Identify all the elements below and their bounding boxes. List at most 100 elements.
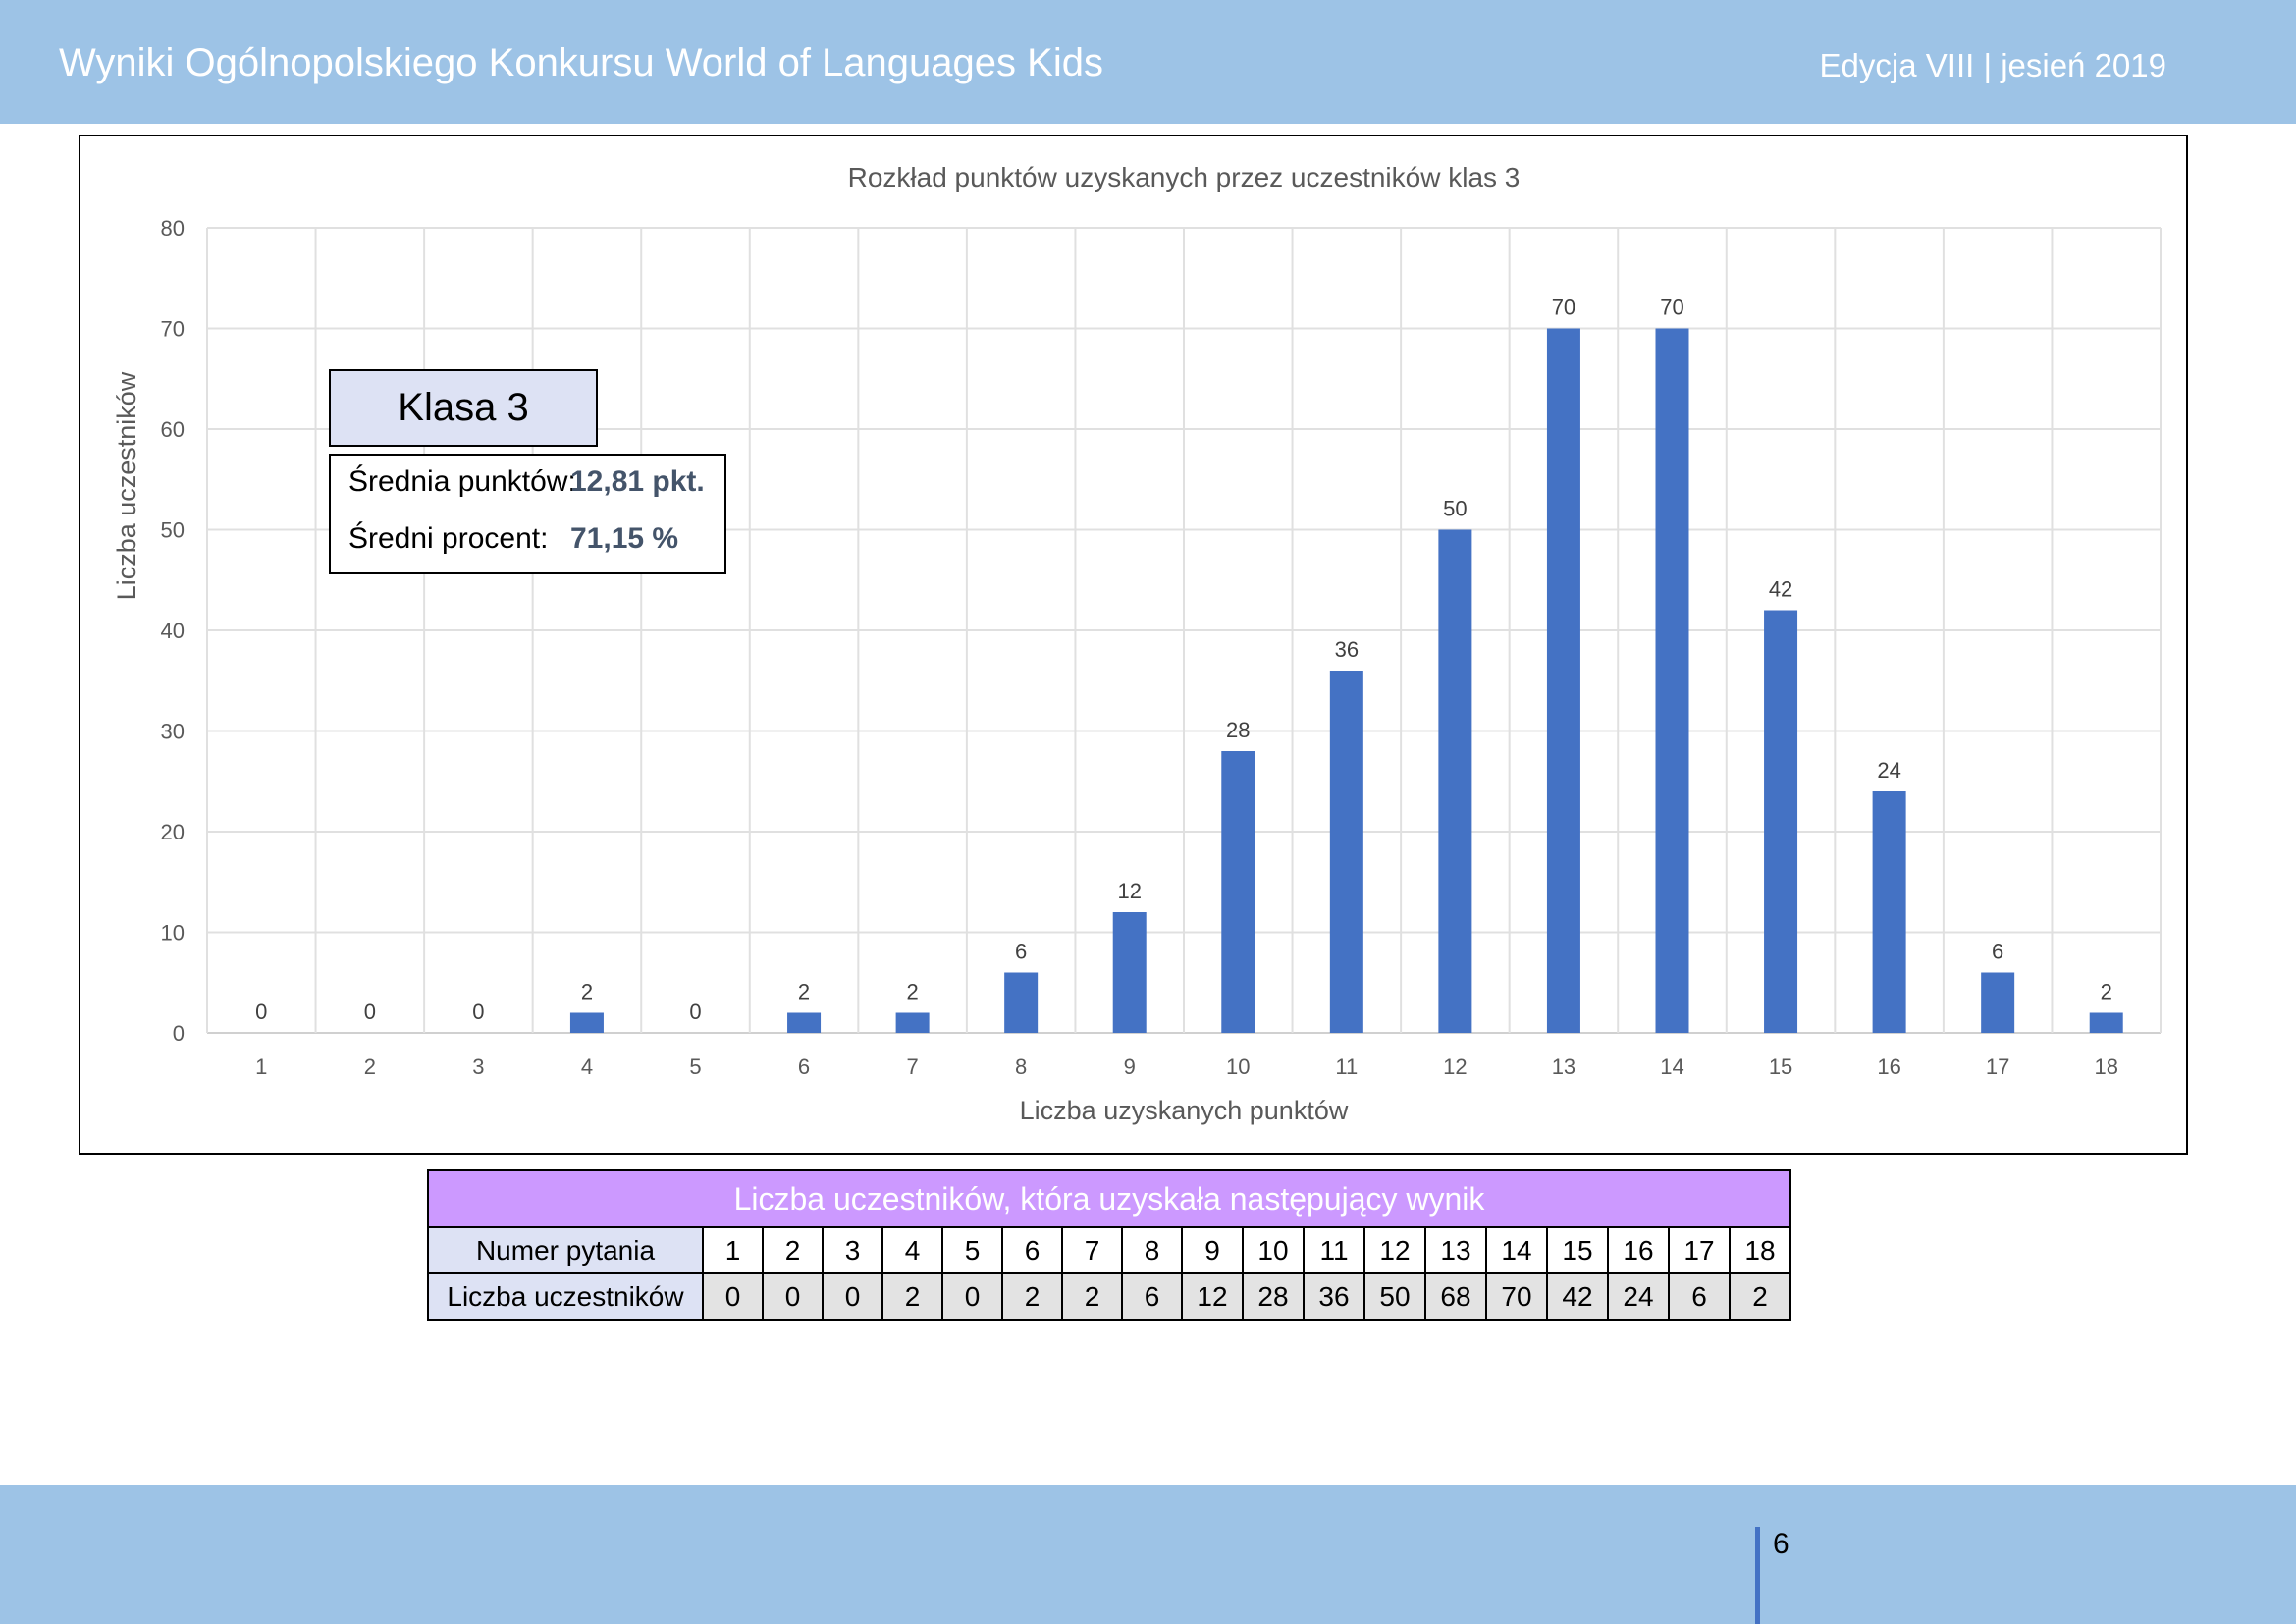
participant-count-cell: 0 [762, 1272, 824, 1321]
edition-label: Edycja VIII | jesień 2019 [1819, 47, 2166, 83]
data-label: 0 [689, 1000, 701, 1024]
data-label: 2 [798, 980, 810, 1004]
bar [1004, 972, 1039, 1033]
data-label: 2 [581, 980, 593, 1004]
bar [1329, 671, 1363, 1033]
x-tick-label: 18 [2094, 1055, 2117, 1079]
data-label: 2 [2101, 980, 2112, 1004]
avg-points-label: Średnia punktów: [348, 465, 576, 498]
participant-count-cell: 2 [881, 1272, 943, 1321]
page-number: 6 [1773, 1528, 1789, 1560]
x-tick-label: 11 [1335, 1055, 1358, 1079]
data-label: 0 [364, 1000, 376, 1024]
question-number-cell: 17 [1668, 1226, 1731, 1274]
data-label: 42 [1769, 577, 1792, 602]
x-tick-label: 7 [906, 1055, 918, 1079]
data-label: 6 [1992, 940, 2003, 964]
x-tick-label: 1 [255, 1055, 267, 1079]
class-label: Klasa 3 [398, 386, 529, 429]
y-tick-label: 0 [173, 1021, 185, 1046]
question-number-cell: 11 [1303, 1226, 1365, 1274]
participant-count-cell: 0 [941, 1272, 1003, 1321]
question-number-cell: 18 [1729, 1226, 1791, 1274]
x-tick-label: 9 [1124, 1055, 1136, 1079]
bar-chart: Rozkład punktów uzyskanych przez uczestn… [112, 162, 2162, 1125]
avg-percent-row: Średni procent: 71,15 % [348, 522, 678, 556]
question-number-cell: 4 [881, 1226, 943, 1274]
x-tick-label: 17 [1986, 1055, 2009, 1079]
data-label: 12 [1117, 879, 1141, 903]
chart-title: Rozkład punktów uzyskanych przez uczestn… [848, 162, 1521, 192]
y-tick-label: 60 [161, 417, 185, 442]
question-number-cell: 7 [1061, 1226, 1123, 1274]
participant-count-cell: 68 [1424, 1272, 1487, 1321]
chart-frame: Rozkład punktów uzyskanych przez uczestn… [79, 135, 2188, 1155]
participant-count-cell: 6 [1121, 1272, 1183, 1321]
participant-count-cell: 0 [702, 1272, 764, 1321]
y-tick-label: 10 [161, 921, 185, 946]
question-number-cell: 6 [1001, 1226, 1063, 1274]
data-label: 70 [1660, 296, 1683, 320]
bar [1981, 972, 2015, 1033]
question-number-cell: 2 [762, 1226, 824, 1274]
bar [1221, 751, 1255, 1033]
x-tick-label: 12 [1443, 1055, 1467, 1079]
results-table: Liczba uczestników, która uzyskała nastę… [427, 1169, 1791, 1321]
data-label: 28 [1226, 718, 1250, 742]
participant-count-cell: 24 [1607, 1272, 1670, 1321]
data-label: 50 [1443, 497, 1467, 521]
x-tick-label: 13 [1552, 1055, 1575, 1079]
bar [787, 1012, 822, 1033]
x-tick-label: 4 [581, 1055, 593, 1079]
report-title: Wyniki Ogólnopolskiego Konkursu World of… [59, 41, 1103, 84]
y-tick-label: 80 [161, 216, 185, 241]
x-tick-label: 15 [1769, 1055, 1792, 1079]
question-number-cell: 12 [1363, 1226, 1426, 1274]
question-number-cell: 16 [1607, 1226, 1670, 1274]
bar [1764, 610, 1798, 1033]
question-number-cell: 10 [1242, 1226, 1305, 1274]
participant-count-cell: 28 [1242, 1272, 1305, 1321]
x-tick-label: 14 [1660, 1055, 1683, 1079]
avg-percent-value: 71,15 % [570, 522, 679, 555]
participant-count-cell: 6 [1668, 1272, 1731, 1321]
x-axis-title: Liczba uzyskanych punktów [1020, 1096, 1349, 1125]
x-tick-label: 3 [472, 1055, 484, 1079]
data-label: 0 [472, 1000, 484, 1024]
participant-count-cell: 2 [1001, 1272, 1063, 1321]
bar [1112, 912, 1147, 1033]
x-tick-label: 10 [1226, 1055, 1250, 1079]
x-tick-label: 2 [364, 1055, 376, 1079]
avg-points-row: Średnia punktów: 12,81 pkt. [348, 465, 705, 499]
bar [1655, 328, 1689, 1033]
bar [569, 1012, 604, 1033]
row-label-question-number: Numer pytania [427, 1226, 704, 1274]
x-tick-label: 5 [689, 1055, 701, 1079]
question-number-cell: 13 [1424, 1226, 1487, 1274]
participant-count-cell: 12 [1181, 1272, 1244, 1321]
y-tick-label: 30 [161, 720, 185, 744]
question-number-cell: 8 [1121, 1226, 1183, 1274]
bar [1872, 791, 1906, 1033]
data-label: 6 [1015, 940, 1027, 964]
question-number-cell: 3 [822, 1226, 883, 1274]
bar [895, 1012, 930, 1033]
question-number-cell: 5 [941, 1226, 1003, 1274]
avg-points-value: 12,81 pkt. [570, 465, 705, 498]
footer-rule [1755, 1527, 1760, 1624]
y-tick-label: 50 [161, 518, 185, 543]
question-number-cell: 14 [1485, 1226, 1548, 1274]
data-label: 0 [255, 1000, 267, 1024]
header-band: Wyniki Ogólnopolskiego Konkursu World of… [0, 0, 2296, 124]
question-number-cell: 15 [1546, 1226, 1609, 1274]
data-label: 70 [1552, 296, 1575, 320]
bar [1546, 328, 1580, 1033]
bar [1438, 529, 1472, 1033]
summary-stats-box: Średnia punktów: 12,81 pkt. Średni proce… [329, 454, 726, 574]
row-label-participant-count: Liczba uczestników [427, 1272, 704, 1321]
x-tick-label: 6 [798, 1055, 810, 1079]
question-number-cell: 9 [1181, 1226, 1244, 1274]
participant-count-cell: 42 [1546, 1272, 1609, 1321]
y-axis-title: Liczba uczestników [112, 371, 141, 600]
x-tick-label: 8 [1015, 1055, 1027, 1079]
